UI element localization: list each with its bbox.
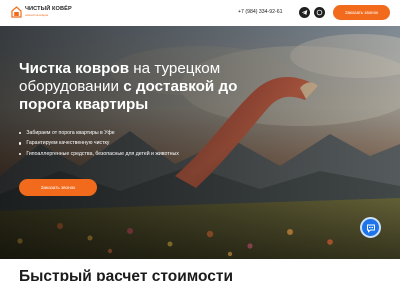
benefit-text: Гипоаллергенные средства, безопасные для… bbox=[26, 150, 179, 157]
telegram-icon[interactable] bbox=[299, 7, 310, 18]
site-header: ЧИСТЫЙ КОВЁР химчистка ковров +7 (984) 3… bbox=[0, 0, 400, 26]
chat-icon[interactable] bbox=[360, 217, 381, 238]
order-call-button[interactable]: Заказать звонок bbox=[333, 5, 390, 20]
section-title: Быстрый расчет стоимости bbox=[19, 268, 234, 281]
hero-benefits-list: Забираем от порога квартиры в Уфе Гарант… bbox=[19, 128, 179, 159]
bullet-dot-icon bbox=[19, 142, 22, 145]
house-carpet-logo-icon bbox=[11, 6, 22, 18]
list-item: Гарантируем качественную чистку bbox=[19, 138, 179, 148]
hero-title-bold-1: Чистка ковров bbox=[19, 60, 130, 77]
bullet-dot-icon bbox=[19, 132, 22, 135]
hero-order-call-button[interactable]: Заказать звонок bbox=[19, 179, 97, 196]
list-item: Гипоаллергенные средства, безопасные для… bbox=[19, 149, 179, 159]
hero-section: Чистка ковров на турецком оборудовании с… bbox=[0, 26, 400, 259]
benefit-text: Забираем от порога квартиры в Уфе bbox=[26, 130, 115, 136]
logo[interactable]: ЧИСТЫЙ КОВЁР химчистка ковров bbox=[11, 6, 72, 18]
logo-subtitle: химчистка ковров bbox=[25, 12, 49, 17]
hero-title: Чистка ковров на турецком оборудовании с… bbox=[19, 60, 279, 114]
benefit-text: Гарантируем качественную чистку bbox=[26, 140, 110, 147]
list-item: Забираем от порога квартиры в Уфе bbox=[19, 128, 179, 138]
phone-link[interactable]: +7 (984) 334-92-61 bbox=[238, 9, 283, 15]
bullet-dot-icon bbox=[19, 152, 22, 156]
whatsapp-icon[interactable] bbox=[314, 7, 325, 18]
